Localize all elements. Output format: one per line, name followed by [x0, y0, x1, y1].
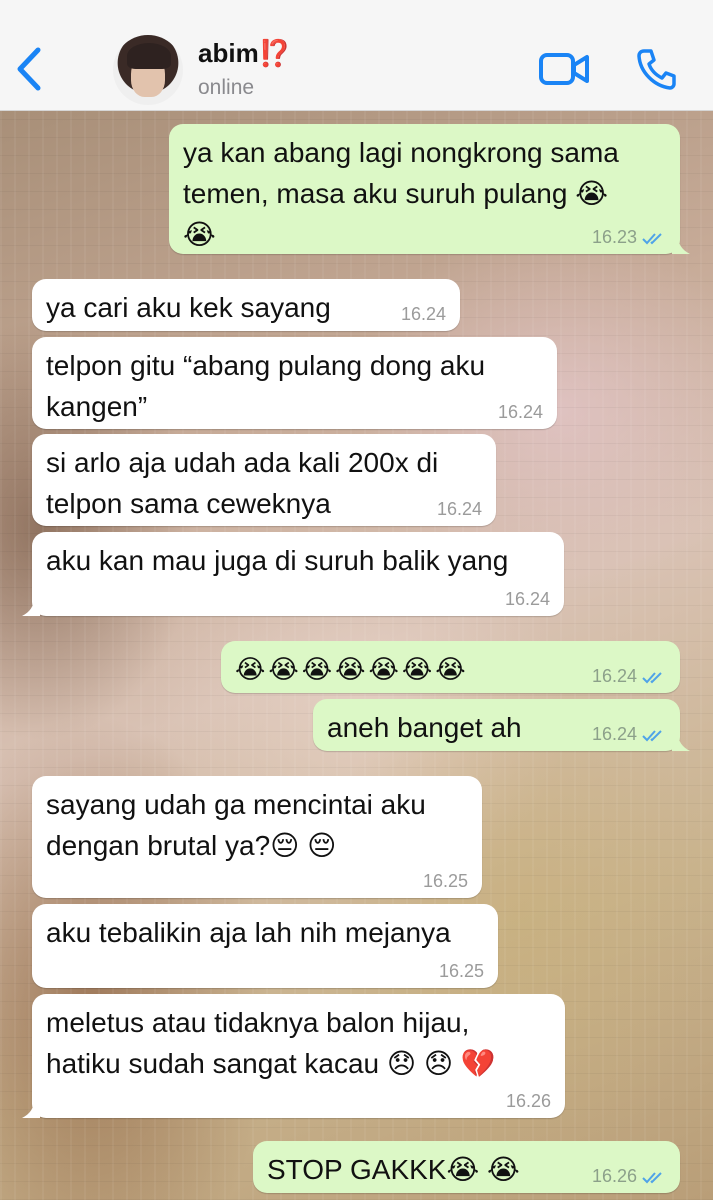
time-label: 16.26	[591, 1166, 637, 1186]
message-time: 16.26	[505, 1091, 551, 1111]
phone-icon	[637, 49, 676, 90]
contact-status: online	[198, 76, 255, 99]
incoming-message[interactable]: aku kan mau juga di suruh balik yang 16.…	[22, 532, 564, 616]
bubble-tail	[672, 733, 690, 751]
message-text: sayang udah ga mencintai aku dengan brut…	[46, 789, 434, 861]
message-text: meletus atau tidaknya balon hijau, hatik…	[46, 1007, 496, 1079]
video-call-button[interactable]	[538, 52, 590, 86]
message-text: ya cari aku kek sayang	[46, 292, 331, 323]
message-time: 16.25	[438, 961, 484, 981]
outgoing-message[interactable]: STOP GAKKK😭 😭 16.26	[253, 1141, 680, 1193]
back-button[interactable]	[12, 46, 46, 92]
message-time: 16.24	[436, 499, 482, 519]
message-time: 16.24	[504, 589, 550, 609]
bubble-tail	[22, 1100, 40, 1118]
message-text: si arlo aja udah ada kali 200x di telpon…	[46, 447, 447, 519]
double-check-icon	[642, 672, 662, 684]
message-text: telpon gitu “abang pulang dong aku kange…	[46, 350, 493, 422]
incoming-message[interactable]: si arlo aja udah ada kali 200x di telpon…	[32, 434, 496, 526]
message-text: aku kan mau juga di suruh balik yang	[46, 545, 509, 576]
double-check-icon	[642, 730, 662, 742]
chevron-left-icon	[17, 47, 41, 91]
outgoing-message[interactable]: 😭😭😭😭😭😭😭 16.24	[221, 641, 680, 693]
time-label: 16.24	[591, 724, 637, 744]
time-label: 16.23	[591, 227, 637, 247]
bubble-tail	[672, 236, 690, 254]
video-camera-icon	[539, 53, 589, 85]
outgoing-message[interactable]: ya kan abang lagi nongkrong sama temen, …	[169, 124, 690, 254]
message-time: 16.23	[592, 227, 666, 247]
message-time: 16.24	[400, 304, 446, 324]
voice-call-button[interactable]	[636, 48, 676, 90]
incoming-message[interactable]: meletus atau tidaknya balon hijau, hatik…	[22, 994, 565, 1118]
incoming-message[interactable]: sayang udah ga mencintai aku dengan brut…	[32, 776, 482, 898]
message-time: 16.25	[422, 871, 468, 891]
incoming-message[interactable]: ya cari aku kek sayang 16.24	[32, 279, 460, 331]
message-time: 16.26	[592, 1166, 666, 1186]
time-label: 16.24	[591, 666, 637, 686]
contact-name[interactable]: abim⁉️	[198, 38, 291, 69]
outgoing-message[interactable]: aneh banget ah 16.24	[313, 699, 690, 751]
message-time: 16.24	[592, 724, 666, 744]
bubble-tail	[22, 598, 40, 616]
incoming-message[interactable]: telpon gitu “abang pulang dong aku kange…	[32, 337, 557, 429]
avatar[interactable]	[113, 35, 183, 105]
incoming-message[interactable]: aku tebalikin aja lah nih mejanya 16.25	[32, 904, 498, 988]
message-time: 16.24	[592, 666, 666, 686]
message-time: 16.24	[497, 402, 543, 422]
double-check-icon	[642, 1172, 662, 1184]
message-text: aku tebalikin aja lah nih mejanya	[46, 917, 451, 948]
double-check-icon	[642, 233, 662, 245]
avatar-hair	[127, 43, 171, 69]
chat-header: abim⁉️ online	[0, 0, 713, 111]
